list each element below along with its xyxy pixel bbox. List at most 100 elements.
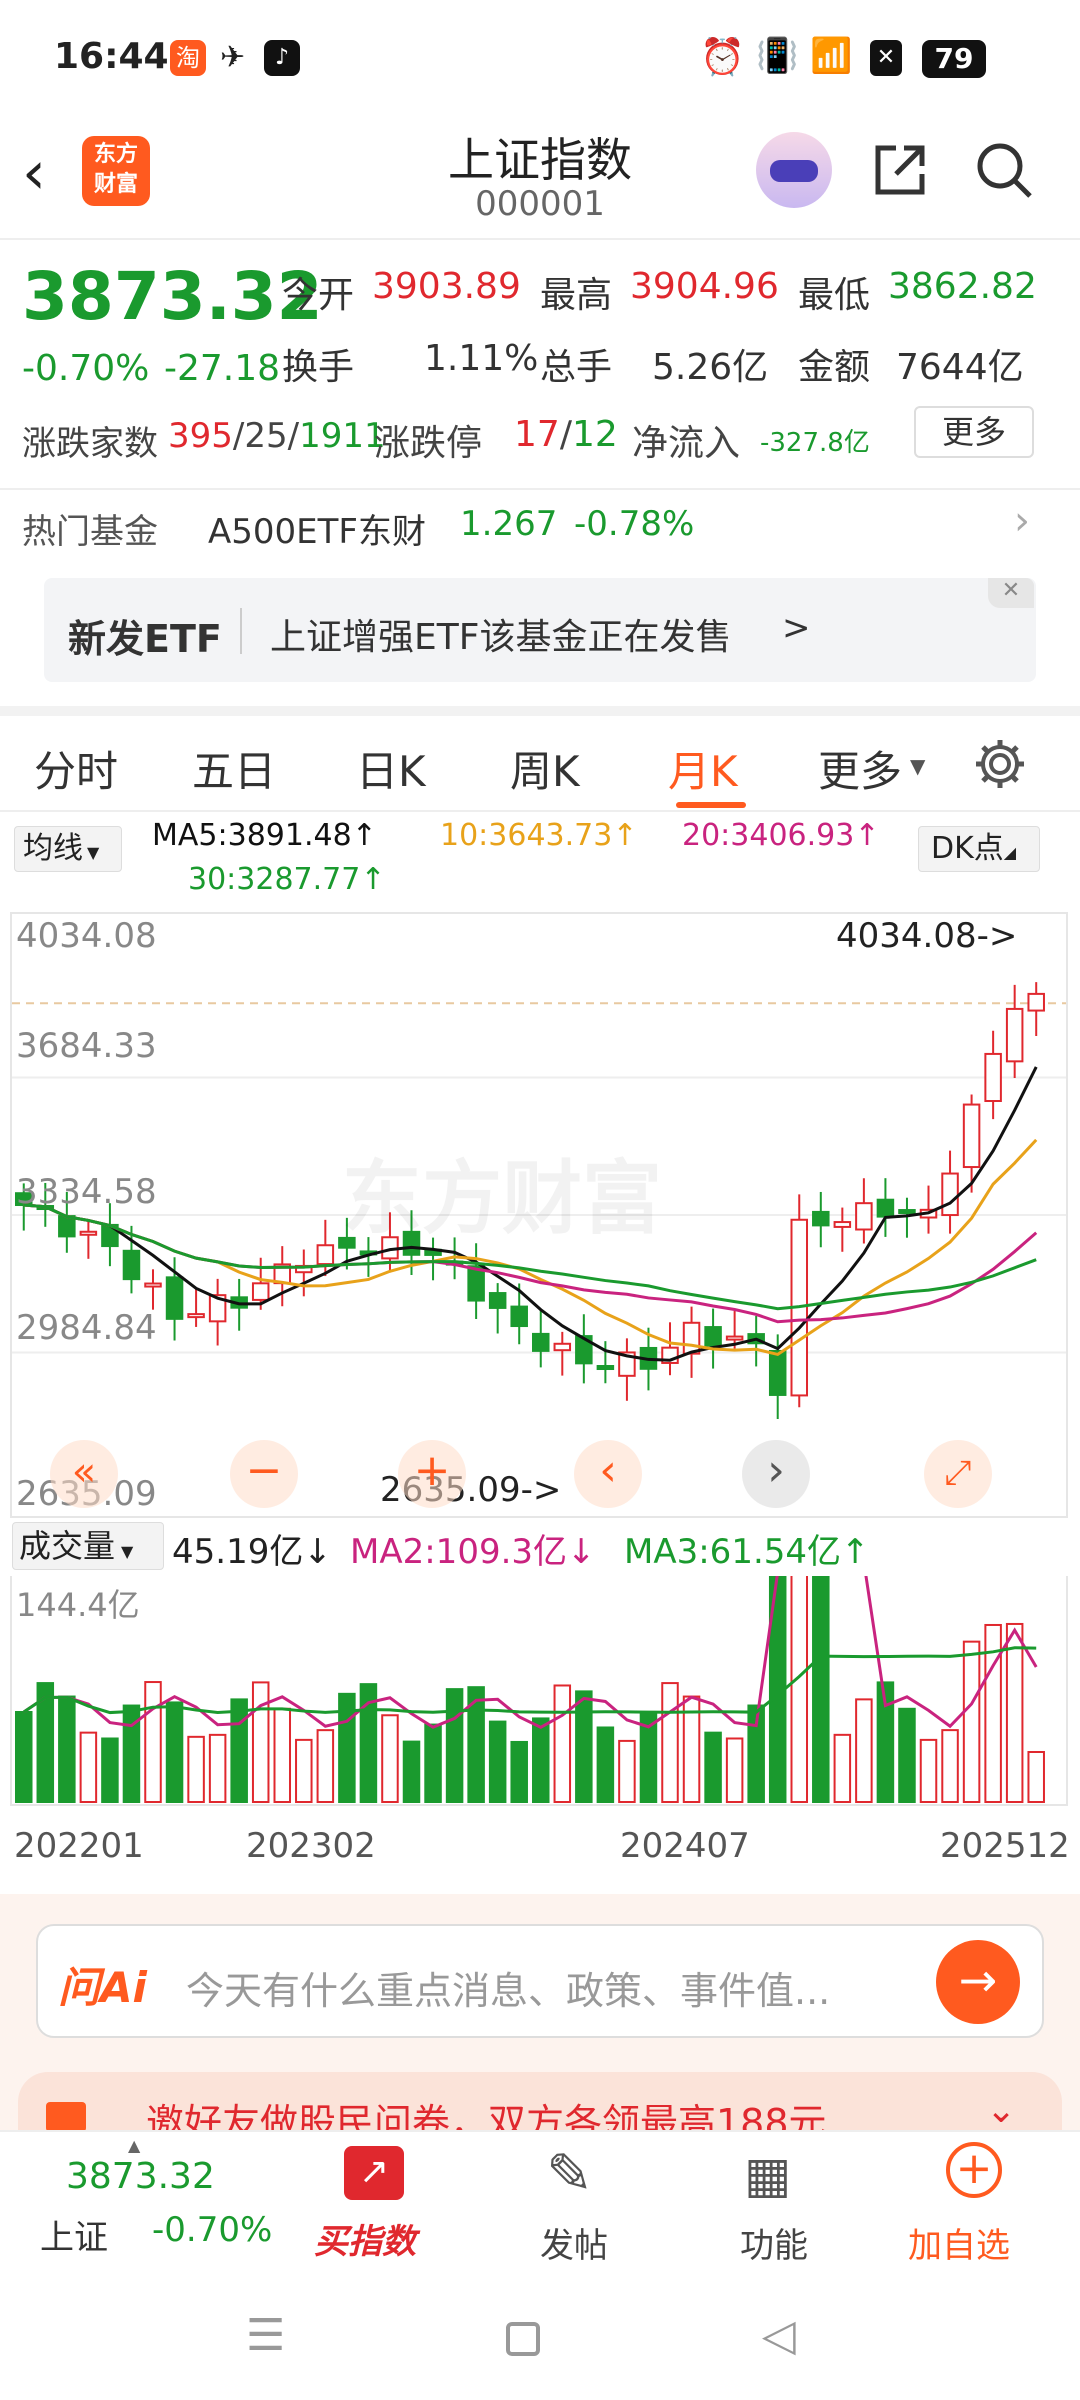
volume-bar [144, 1681, 162, 1803]
tab-more[interactable]: 更多 [818, 738, 902, 799]
index-up-triangle-icon: ▲ [128, 2136, 141, 2155]
nav-add-watchlist[interactable]: + 加自选 [890, 2132, 1060, 2272]
volume-bar [704, 1731, 722, 1803]
scroll-left-icon[interactable]: ‹ [574, 1440, 642, 1508]
settings-gear-icon[interactable] [972, 736, 1028, 792]
date-label-3: 202407 [620, 1826, 750, 1866]
home-icon[interactable] [506, 2322, 540, 2356]
amount-label: 金额 [798, 347, 871, 388]
volume-selector[interactable]: 成交量 ▼ [12, 1522, 164, 1570]
nav-functions[interactable]: ▦ 功能 [700, 2132, 850, 2272]
change-value: -27.18 [164, 348, 281, 389]
dk-point-label: DK点 [931, 831, 1004, 866]
promo-collapse-icon[interactable]: ⌄ [986, 2090, 1016, 2130]
volume-bar [15, 1711, 33, 1803]
nav-index-name: 上证 [40, 2218, 108, 2258]
breadth-values: 395/25/1911 [168, 416, 386, 456]
volume-chart[interactable]: 144.4亿 [10, 1576, 1068, 1806]
add-circle-icon: + [946, 2142, 1002, 2198]
chart-watermark: 东方财富 [342, 1152, 662, 1245]
recent-apps-icon[interactable]: ☰ [246, 2310, 285, 2361]
volume-bar [941, 1729, 959, 1804]
y-label-high: 4034.08 [16, 916, 157, 956]
nav-buy-label: 买指数 [314, 2222, 416, 2262]
candle-body [768, 1349, 787, 1396]
battery-icon: 79 [922, 40, 986, 78]
volume-ma3: MA3:61.54亿↑ [624, 1532, 870, 1572]
candle-body [251, 1282, 270, 1301]
hot-fund-row[interactable]: 热门基金 A500ETF东财 1.267 -0.78% › [0, 492, 1080, 572]
tab-five-day[interactable]: 五日 [192, 738, 276, 799]
volume-bar [208, 1733, 227, 1804]
zoom-in-icon[interactable]: + [398, 1440, 466, 1508]
volume-bar [1027, 1751, 1045, 1803]
volume-label: 总手 [540, 347, 613, 388]
more-button[interactable]: 更多 [914, 406, 1034, 458]
ma20-value: 20:3406.93↑ [682, 818, 880, 853]
nav-index-quote[interactable]: ▲ 3873.32 上证 -0.70% [20, 2132, 290, 2272]
banner-tag: 新发ETF [68, 617, 222, 661]
candle-body [725, 1335, 744, 1341]
promo-banner[interactable]: 邀好友做股民问卷，双方各领最高188元 ⌄ [18, 2072, 1062, 2130]
ma10-value: 10:3643.73↑ [440, 818, 638, 853]
scroll-left-fast-icon[interactable]: « [50, 1440, 118, 1508]
limit-label: 涨跌停 [374, 423, 483, 464]
volume-bar [553, 1684, 572, 1803]
banner-divider [240, 608, 242, 654]
nav-add-label: 加自选 [908, 2226, 1010, 2266]
candle-body [165, 1276, 184, 1320]
volume-bar [488, 1720, 507, 1804]
back-nav-icon[interactable]: ◁ [762, 2310, 796, 2361]
new-etf-banner[interactable]: 新发ETF 上证增强ETF该基金正在发售 > ✕ [44, 578, 1036, 682]
y-label-3: 3334.58 [16, 1172, 157, 1212]
fund-name[interactable]: A500ETF东财 [208, 504, 426, 553]
volume-bar [381, 1714, 399, 1803]
volume-bar [575, 1690, 593, 1803]
ai-robot-icon[interactable] [756, 132, 832, 208]
volume-bar [165, 1701, 184, 1803]
volume-bar [295, 1738, 313, 1803]
volume-bar [79, 1731, 98, 1803]
banner-close-icon[interactable]: ✕ [988, 578, 1034, 608]
ask-ai-input[interactable]: 今天有什么重点消息、政策、事件值... [186, 1960, 830, 2015]
tab-weekly[interactable]: 周K [510, 738, 580, 799]
volume-bar [833, 1733, 852, 1803]
volume-current: 45.19亿↓ [172, 1532, 332, 1572]
kline-chart[interactable]: 东方财富 4034.08 3684.33 3334.58 2984.84 263… [10, 912, 1068, 1518]
send-arrow-icon[interactable]: → [936, 1940, 1020, 2024]
candle-body [898, 1209, 916, 1215]
volume-y-max: 144.4亿 [16, 1586, 140, 1624]
candle-body [833, 1221, 852, 1228]
sim-off-icon: ✕ [870, 40, 902, 76]
alarm-icon: ⏰ [700, 37, 745, 78]
fullscreen-icon[interactable]: ⤢ [924, 1440, 992, 1508]
ma-selector[interactable]: 均线 ▼ [14, 826, 122, 872]
zoom-out-icon[interactable]: − [230, 1440, 298, 1508]
candle-body [122, 1249, 141, 1281]
tab-intraday[interactable]: 分时 [34, 738, 118, 799]
volume-bar [812, 1576, 830, 1803]
grid-apps-icon: ▦ [744, 2146, 792, 2204]
dk-point-button[interactable]: DK点◢ [918, 826, 1040, 872]
candle-body [510, 1305, 528, 1328]
nav-buy-index[interactable]: ↗ 买指数 [300, 2132, 450, 2272]
chevron-right-icon[interactable]: › [1014, 498, 1030, 544]
candle-body [187, 1313, 205, 1319]
volume-bar [661, 1682, 679, 1803]
volume-bar [855, 1698, 873, 1803]
ask-ai-bar[interactable]: 问Ai 今天有什么重点消息、政策、事件值... → [36, 1924, 1044, 2038]
tab-daily[interactable]: 日K [356, 738, 426, 799]
candle-body [682, 1321, 701, 1355]
change-pct: -0.70% [22, 348, 150, 389]
candle-body [532, 1332, 550, 1352]
search-icon[interactable] [972, 138, 1036, 202]
scroll-right-icon[interactable]: › [742, 1440, 810, 1508]
banner-text: 上证增强ETF该基金正在发售 [270, 617, 732, 658]
tab-monthly[interactable]: 月K [668, 738, 738, 799]
nav-post[interactable]: ✎ 发帖 [500, 2132, 650, 2272]
ma30-value: 30:3287.77↑ [188, 862, 386, 897]
open-label: 今开 [282, 275, 355, 316]
breadth-down: 1911 [299, 416, 386, 456]
share-icon[interactable] [868, 138, 932, 202]
nav-func-label: 功能 [740, 2226, 808, 2266]
